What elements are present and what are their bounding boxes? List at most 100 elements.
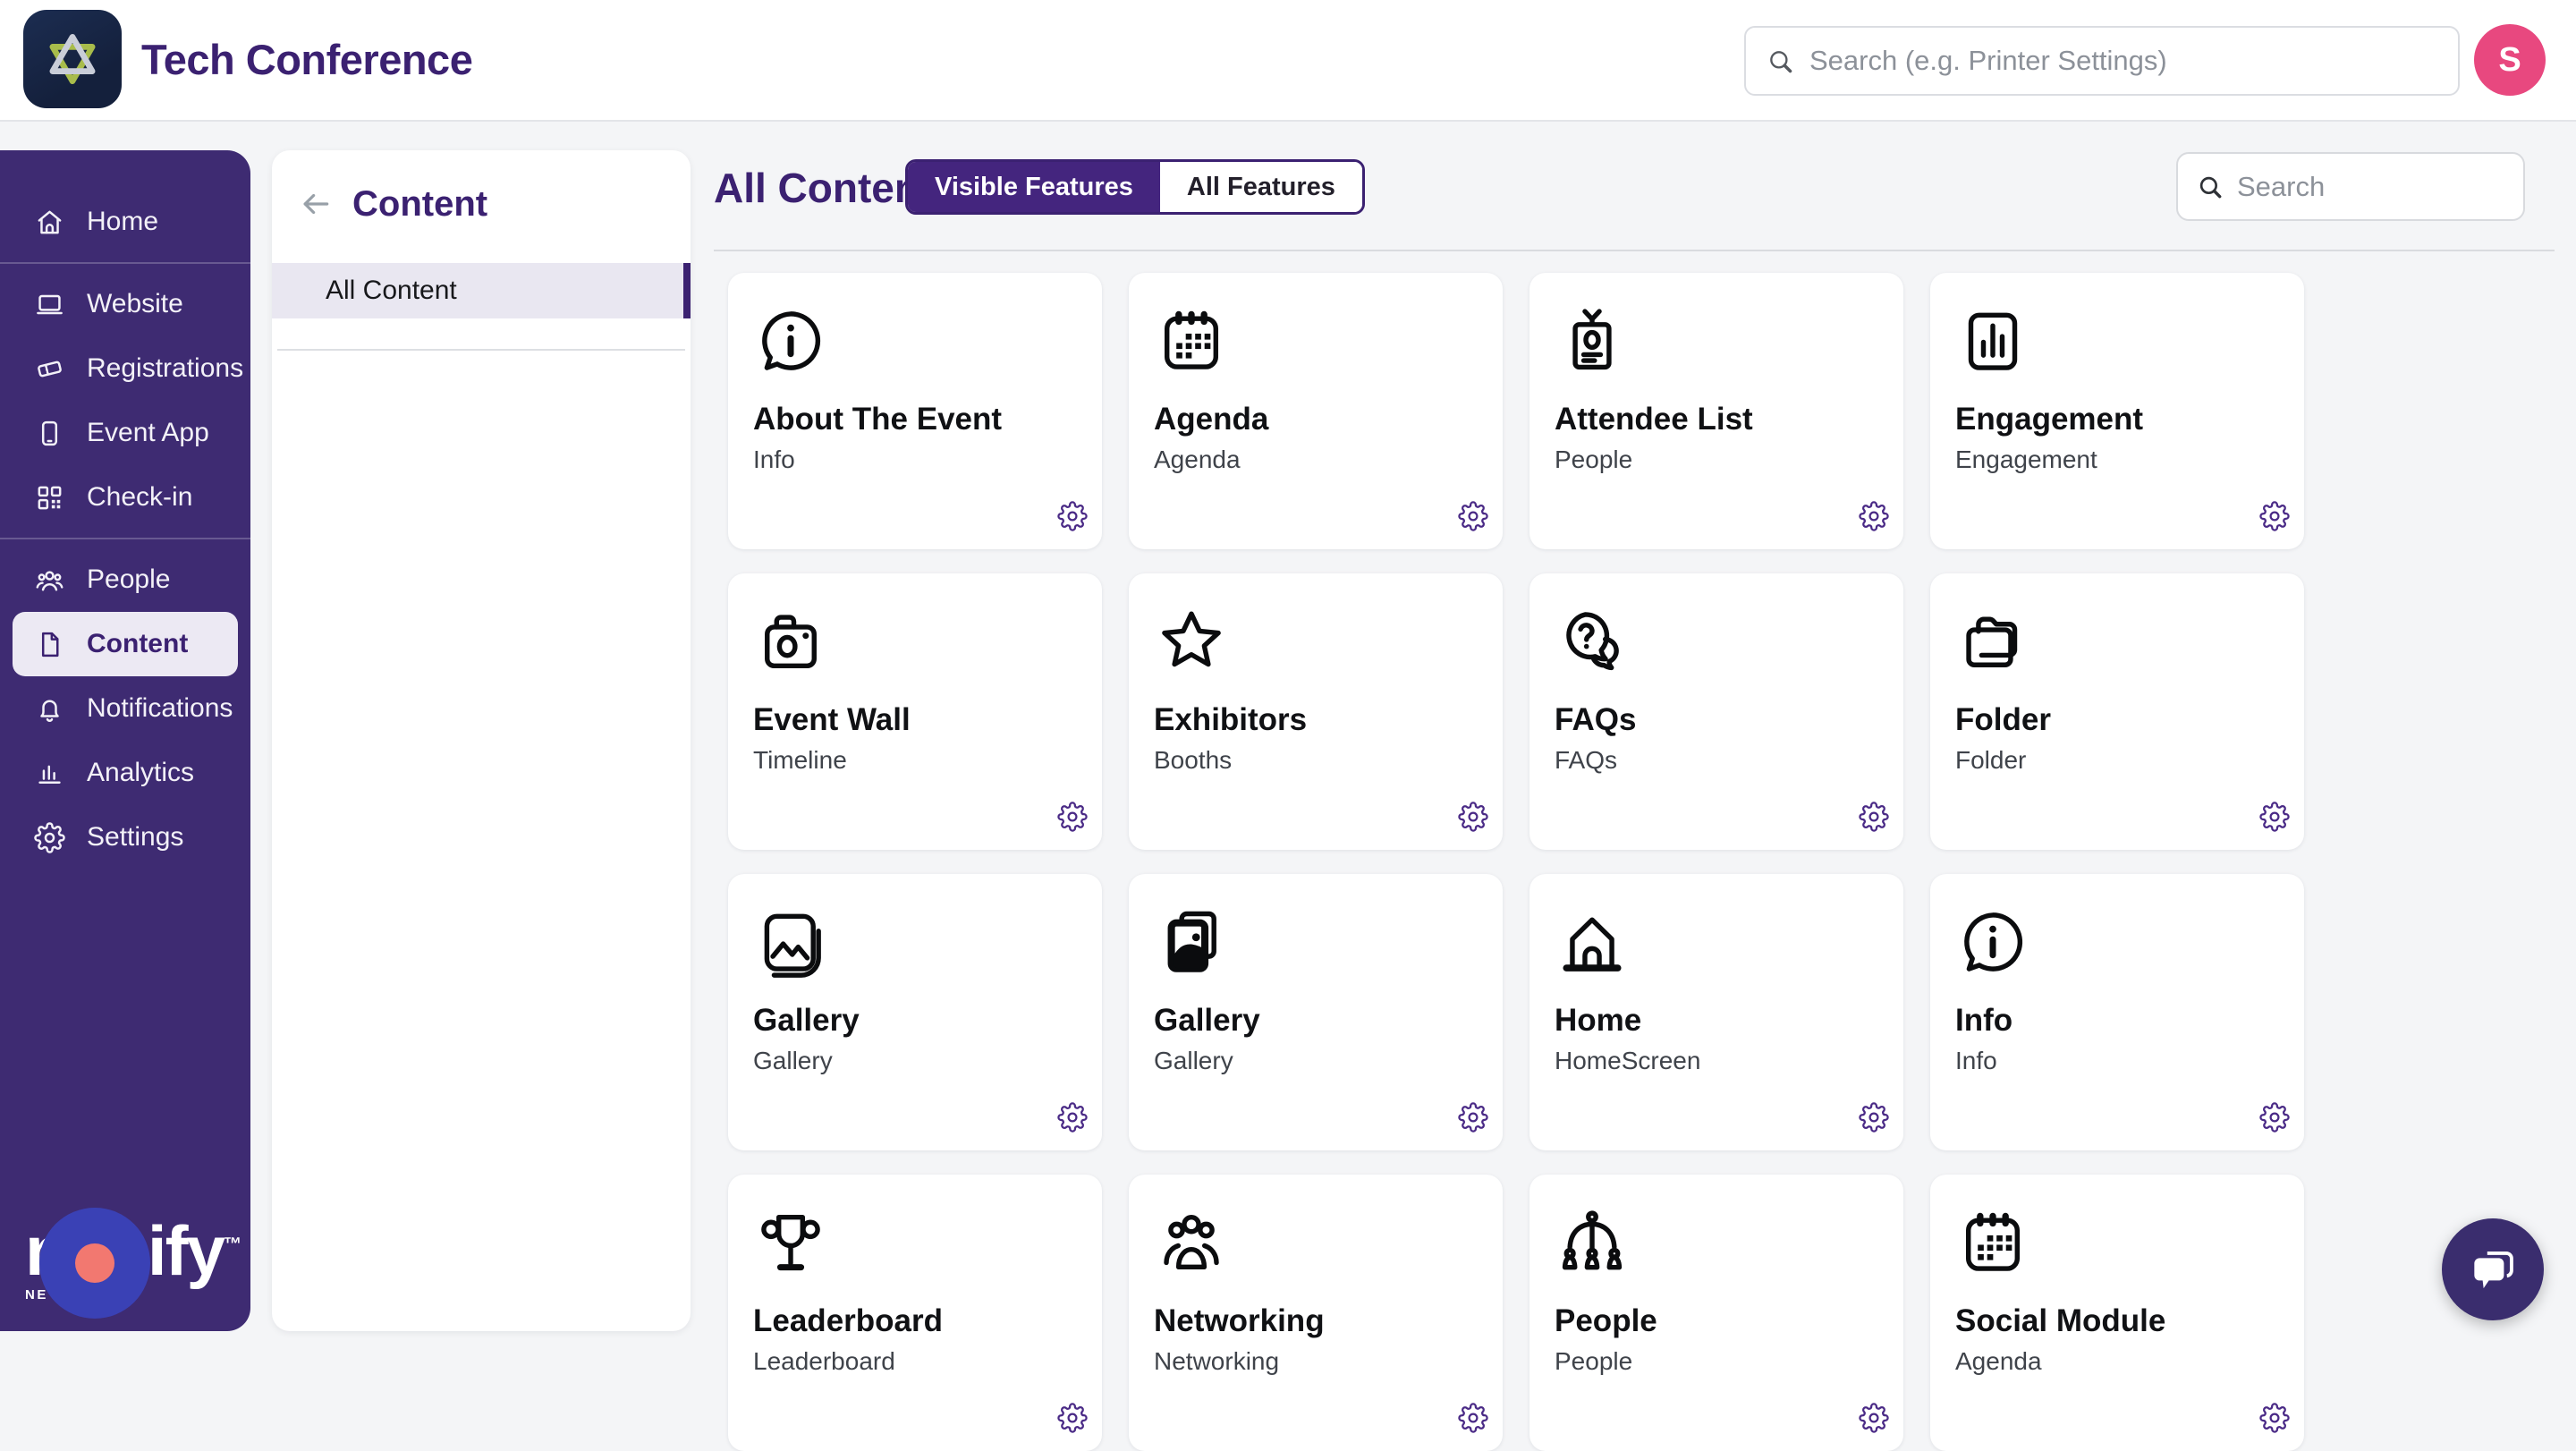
gear-icon xyxy=(2259,501,2290,531)
gear-icon xyxy=(1057,1403,1088,1433)
feature-card-subtitle: Folder xyxy=(1955,746,2026,775)
feature-card[interactable]: Folder Folder xyxy=(1930,573,2304,850)
feature-card-title: About The Event xyxy=(753,402,1002,437)
feature-settings-button[interactable] xyxy=(1458,1102,1488,1133)
feature-icon xyxy=(1955,303,2030,378)
sidebar-divider xyxy=(0,262,250,264)
sidebar-item[interactable]: Content xyxy=(13,612,238,676)
feature-card[interactable]: FAQs FAQs xyxy=(1530,573,1903,850)
feature-icon xyxy=(1955,904,2030,980)
gear-icon xyxy=(1458,1403,1488,1433)
feature-settings-button[interactable] xyxy=(1458,501,1488,531)
panel-item-label: All Content xyxy=(326,276,457,306)
sidebar-item-icon xyxy=(34,482,65,513)
trademark-symbol: ™ xyxy=(224,1235,242,1254)
feature-card-subtitle: Info xyxy=(1955,1047,1997,1075)
feature-settings-button[interactable] xyxy=(1859,1403,1889,1433)
sidebar-item-label: Content xyxy=(87,629,188,659)
feature-card-subtitle: Gallery xyxy=(753,1047,833,1075)
gear-icon xyxy=(2259,1403,2290,1433)
search-icon xyxy=(1766,47,1795,76)
feature-card-subtitle: FAQs xyxy=(1555,746,1617,775)
feature-card[interactable]: Gallery Gallery xyxy=(728,874,1102,1150)
sidebar-item[interactable]: Notifications xyxy=(13,676,238,741)
toggle-tab-label: All Features xyxy=(1187,173,1335,202)
sidebar-item[interactable]: Analytics xyxy=(13,741,238,805)
feature-card-title: Attendee List xyxy=(1555,402,1753,437)
sidebar-item-icon xyxy=(34,418,65,449)
feature-settings-button[interactable] xyxy=(1458,802,1488,832)
feature-card[interactable]: Exhibitors Booths xyxy=(1129,573,1503,850)
search-icon xyxy=(2196,173,2224,201)
feature-card-subtitle: Networking xyxy=(1154,1347,1279,1376)
feature-settings-button[interactable] xyxy=(2259,802,2290,832)
feature-icon xyxy=(1555,604,1630,679)
feature-card-title: Engagement xyxy=(1955,402,2143,437)
feature-card-title: Agenda xyxy=(1154,402,1268,437)
feature-icon xyxy=(1955,604,2030,679)
feature-card[interactable]: Event Wall Timeline xyxy=(728,573,1102,850)
feature-icon xyxy=(1555,904,1630,980)
feature-icon xyxy=(1555,303,1630,378)
feature-card[interactable]: Attendee List People xyxy=(1530,273,1903,549)
sidebar-item[interactable]: Registrations xyxy=(13,336,238,401)
feature-card[interactable]: Leaderboard Leaderboard xyxy=(728,1175,1102,1451)
gear-icon xyxy=(2259,802,2290,832)
sidebar-divider xyxy=(0,538,250,539)
feature-icon xyxy=(1154,904,1229,980)
feature-card[interactable]: About The Event Info xyxy=(728,273,1102,549)
chat-bubbles-icon xyxy=(2465,1242,2521,1297)
feature-card[interactable]: People People xyxy=(1530,1175,1903,1451)
feature-settings-button[interactable] xyxy=(1057,1403,1088,1433)
sidebar-item-label: Event App xyxy=(87,418,209,448)
feature-settings-button[interactable] xyxy=(2259,1102,2290,1133)
feature-card[interactable]: Engagement Engagement xyxy=(1930,273,2304,549)
chat-launcher[interactable] xyxy=(2442,1218,2544,1320)
feature-card[interactable]: Home HomeScreen xyxy=(1530,874,1903,1150)
feature-card[interactable]: Networking Networking xyxy=(1129,1175,1503,1451)
feature-card-title: Gallery xyxy=(1154,1003,1260,1039)
sidebar-item[interactable]: Check-in xyxy=(13,465,238,530)
user-avatar[interactable]: S xyxy=(2474,24,2546,96)
feature-icon xyxy=(1154,604,1229,679)
feature-card[interactable]: Gallery Gallery xyxy=(1129,874,1503,1150)
sidebar-item[interactable]: Home xyxy=(13,190,238,254)
feature-settings-button[interactable] xyxy=(1859,1102,1889,1133)
event-logo xyxy=(23,10,122,108)
panel-item-all-content[interactable]: All Content xyxy=(272,263,691,318)
feature-settings-button[interactable] xyxy=(1859,501,1889,531)
global-search-input[interactable] xyxy=(1808,44,2438,78)
feature-settings-button[interactable] xyxy=(1859,802,1889,832)
sidebar-item-icon xyxy=(34,207,65,238)
panel-divider xyxy=(277,349,685,351)
header-divider xyxy=(714,250,2555,251)
sidebar-item-label: People xyxy=(87,564,170,595)
feature-icon xyxy=(753,604,828,679)
feature-settings-button[interactable] xyxy=(1057,501,1088,531)
feature-card[interactable]: Social Module Agenda xyxy=(1930,1175,2304,1451)
sidebar-item[interactable]: Settings xyxy=(13,805,238,870)
sidebar-item[interactable]: People xyxy=(13,547,238,612)
feature-card-title: Event Wall xyxy=(753,702,911,738)
toggle-tab[interactable]: All Features xyxy=(1160,162,1362,212)
sidebar-item[interactable]: Website xyxy=(13,272,238,336)
toggle-tab[interactable]: Visible Features xyxy=(908,162,1160,212)
feature-settings-button[interactable] xyxy=(1057,802,1088,832)
feature-card[interactable]: Agenda Agenda xyxy=(1129,273,1503,549)
feature-card-subtitle: Gallery xyxy=(1154,1047,1233,1075)
feature-card-title: Exhibitors xyxy=(1154,702,1307,738)
feature-settings-button[interactable] xyxy=(1057,1102,1088,1133)
gear-icon xyxy=(1057,1102,1088,1133)
feature-settings-button[interactable] xyxy=(1458,1403,1488,1433)
feature-card-grid: About The Event Info Agenda Agenda Atten… xyxy=(728,273,2304,1451)
back-button[interactable] xyxy=(299,187,333,221)
content-search-input[interactable] xyxy=(2235,170,2576,204)
feature-settings-button[interactable] xyxy=(2259,501,2290,531)
sidebar-item-icon xyxy=(34,629,65,660)
feature-icon xyxy=(1154,1205,1229,1280)
sidebar-item[interactable]: Event App xyxy=(13,401,238,465)
knot-star-icon xyxy=(38,25,106,93)
onboarding-beacon[interactable] xyxy=(39,1208,150,1319)
feature-card[interactable]: Info Info xyxy=(1930,874,2304,1150)
feature-settings-button[interactable] xyxy=(2259,1403,2290,1433)
